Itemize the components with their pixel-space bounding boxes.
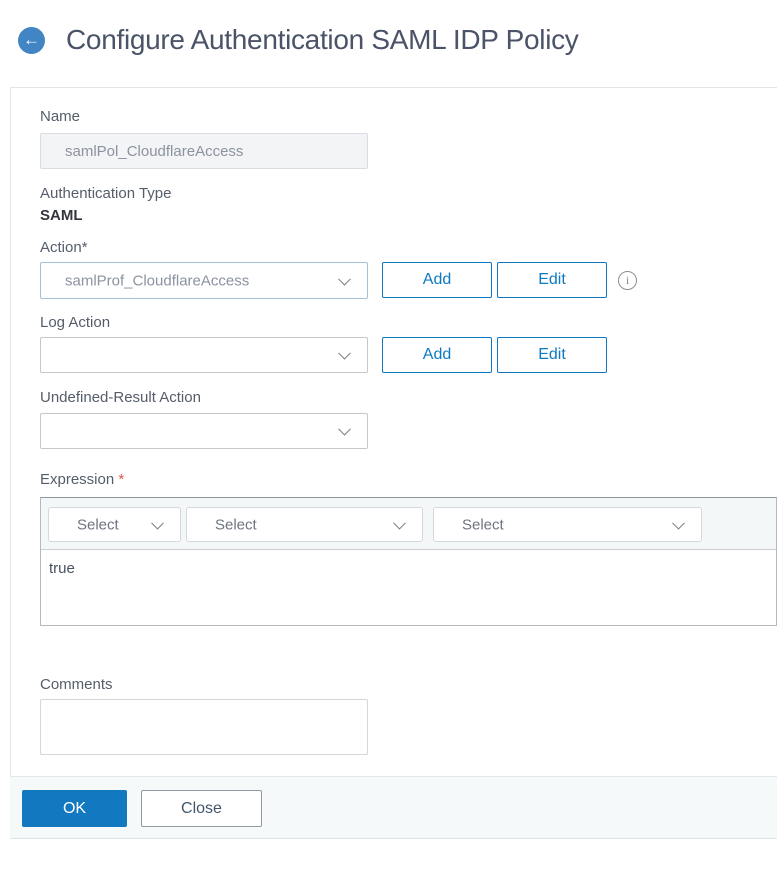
chevron-down-icon (338, 272, 351, 286)
comments-label: Comments (40, 676, 113, 693)
action-select[interactable]: samlProf_CloudflareAccess (40, 262, 368, 299)
log-action-select[interactable] (40, 337, 368, 373)
authentication-type-label: Authentication Type (40, 185, 172, 202)
form-panel: Name Authentication Type SAML Action* sa… (10, 87, 777, 839)
expression-select-1-value: Select (77, 516, 119, 533)
expression-builder: Select Select Select true (40, 497, 777, 626)
ok-button[interactable]: OK (22, 790, 127, 827)
action-select-value: samlProf_CloudflareAccess (65, 272, 250, 289)
back-button[interactable]: ← (18, 26, 45, 54)
log-action-add-button[interactable]: Add (382, 337, 492, 373)
chevron-down-icon (338, 346, 351, 360)
chevron-down-icon (338, 422, 351, 436)
footer-bar: OK Close (10, 776, 777, 839)
expression-builder-toolbar: Select Select Select (41, 498, 776, 550)
close-button[interactable]: Close (141, 790, 262, 827)
action-label: Action* (40, 239, 88, 256)
undefined-result-action-label: Undefined-Result Action (40, 389, 201, 406)
chevron-down-icon (393, 516, 406, 530)
arrow-left-icon: ← (23, 29, 40, 49)
required-asterisk: * (118, 471, 125, 488)
expression-editor[interactable]: true (41, 550, 776, 625)
action-edit-button[interactable]: Edit (497, 262, 607, 298)
expression-select-1[interactable]: Select (48, 507, 181, 542)
undefined-result-action-select[interactable] (40, 413, 368, 449)
expression-select-2[interactable]: Select (186, 507, 423, 542)
info-icon-glyph: i (625, 273, 630, 287)
info-icon[interactable]: i (618, 271, 637, 290)
action-add-button[interactable]: Add (382, 262, 492, 298)
expression-select-3-value: Select (462, 516, 504, 533)
name-label: Name (40, 108, 81, 125)
expression-select-2-value: Select (215, 516, 257, 533)
page-header: ← Configure Authentication SAML IDP Poli… (18, 24, 579, 56)
authentication-type-value: SAML (40, 207, 83, 224)
expression-label: Expression * (40, 471, 124, 488)
configure-saml-idp-policy-page: ← Configure Authentication SAML IDP Poli… (0, 0, 777, 877)
comments-textarea[interactable] (40, 699, 368, 755)
log-action-label: Log Action (40, 314, 111, 331)
expression-select-3[interactable]: Select (433, 507, 702, 542)
expression-label-text: Expression (40, 471, 115, 488)
name-input[interactable] (40, 133, 368, 169)
log-action-edit-button[interactable]: Edit (497, 337, 607, 373)
chevron-down-icon (672, 516, 685, 530)
page-title: Configure Authentication SAML IDP Policy (66, 24, 579, 55)
chevron-down-icon (151, 516, 164, 530)
